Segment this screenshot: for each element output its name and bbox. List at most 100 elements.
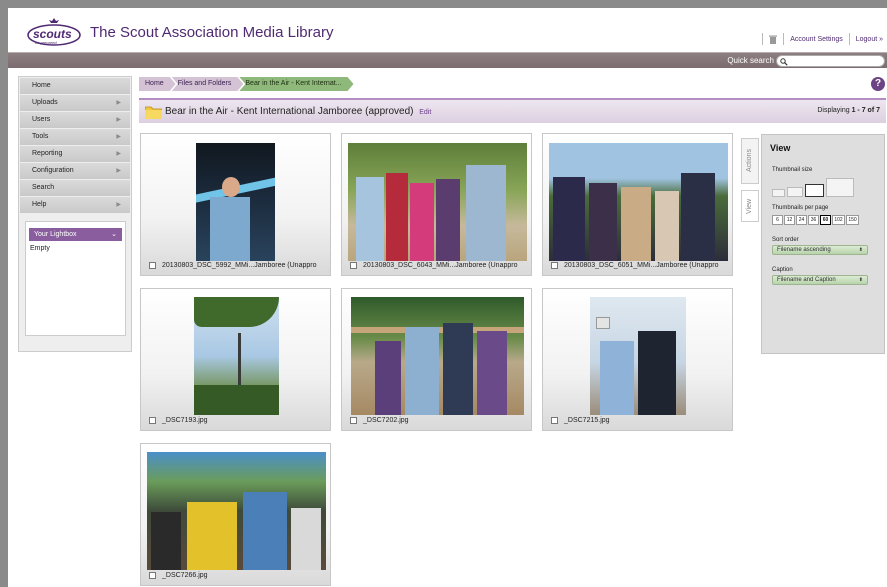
sidebar-item-users[interactable]: Users ▶ xyxy=(20,112,130,128)
sidebar-item-reporting[interactable]: Reporting ▶ xyxy=(20,146,130,162)
select-checkbox[interactable] xyxy=(149,417,156,424)
photo-person xyxy=(443,323,473,415)
account-settings-link[interactable]: Account Settings xyxy=(790,36,843,43)
updown-icon: ⬍ xyxy=(858,247,863,253)
thumbnail-filename: _DSC7202.jpg xyxy=(363,417,409,424)
photo-shirt xyxy=(210,197,250,261)
select-checkbox[interactable] xyxy=(149,572,156,579)
thumbnail-card[interactable]: _DSC7202.jpg xyxy=(341,288,532,431)
view-panel: View Thumbnail size Thumbnails per page … xyxy=(761,134,885,354)
thumbnail-filename: 20130803_DSC_6051_MMi...Jamboree (Unappr… xyxy=(564,262,719,269)
sidebar-item-tools[interactable]: Tools ▶ xyxy=(20,129,130,145)
thumbnail-image[interactable] xyxy=(590,297,686,415)
chevron-right-icon: ▶ xyxy=(116,151,121,157)
lightbox-dropdown[interactable]: Your Lightbox ⌄ xyxy=(29,228,122,241)
divider xyxy=(848,33,850,45)
caption-select[interactable]: Filename and Caption ⬍ xyxy=(772,275,868,285)
thumbnail-filename: _DSC7266.jpg xyxy=(162,572,208,579)
help-icon[interactable]: ? xyxy=(871,77,885,91)
thumbnail-caption: _DSC7266.jpg xyxy=(149,572,208,579)
photo-person xyxy=(655,191,679,261)
breadcrumb-current-folder[interactable]: Bear in the Air - Kent Internat... xyxy=(239,77,353,91)
chevron-down-icon: ⌄ xyxy=(111,231,117,238)
logout-link[interactable]: Logout » xyxy=(856,36,883,43)
per-page-36[interactable]: 36 xyxy=(808,215,819,225)
caption-value: Filename and Caption xyxy=(777,277,836,283)
thumbnail-card[interactable]: 20130803_DSC_6043_MMi...Jamboree (Unappr… xyxy=(341,133,532,276)
select-checkbox[interactable] xyxy=(551,417,558,424)
chevron-right-icon: ▶ xyxy=(116,168,121,174)
thumbnail-image[interactable] xyxy=(196,143,275,261)
thumbnail-card[interactable]: _DSC7266.jpg xyxy=(140,443,331,586)
chevron-right-icon: ▶ xyxy=(116,134,121,140)
folder-name: Bear in the Air - Kent International Jam… xyxy=(165,106,414,117)
thumbnail-caption: 20130803_DSC_6051_MMi...Jamboree (Unappr… xyxy=(551,262,718,269)
photo-person xyxy=(681,173,715,261)
thumbnail-card[interactable]: 20130803_DSC_6051_MMi...Jamboree (Unappr… xyxy=(542,133,733,276)
photo-person xyxy=(291,508,321,570)
breadcrumb-files-and-folders[interactable]: Files and Folders xyxy=(172,77,244,91)
thumbnail-image[interactable] xyxy=(549,143,728,261)
thumbnail-image[interactable] xyxy=(351,297,524,415)
thumbnail-image[interactable] xyxy=(348,143,527,261)
sidebar-item-search[interactable]: Search xyxy=(20,180,130,196)
lightbox-status: Empty xyxy=(30,245,50,252)
thumbnail-image[interactable] xyxy=(194,297,279,415)
quick-search-label: Quick search xyxy=(727,56,774,65)
chevron-right-icon: ▶ xyxy=(116,202,121,208)
app-window: scouts be prepared The Scout Association… xyxy=(8,8,887,587)
per-page-24[interactable]: 24 xyxy=(796,215,807,225)
sort-order-value: Filename ascending xyxy=(777,247,831,253)
tab-view[interactable]: View xyxy=(741,190,759,222)
sidebar-item-help[interactable]: Help ▶ xyxy=(20,197,130,213)
size-small-icon[interactable] xyxy=(772,189,785,197)
quick-search-input[interactable] xyxy=(776,55,885,67)
sidebar-item-label: Users xyxy=(32,116,51,123)
photo-person xyxy=(243,492,287,570)
per-page-6[interactable]: 6 xyxy=(772,215,783,225)
size-medium-icon[interactable] xyxy=(787,187,803,197)
sidebar-item-label: Tools xyxy=(32,133,49,140)
thumbnail-card[interactable]: 20130803_DSC_5992_MMi...Jamboree (Unappr… xyxy=(140,133,331,276)
select-checkbox[interactable] xyxy=(149,262,156,269)
photo-person xyxy=(621,187,651,261)
size-large-icon[interactable] xyxy=(805,184,824,197)
photo-person xyxy=(553,177,585,261)
photo-person xyxy=(386,173,408,261)
sort-order-select[interactable]: Filename ascending ⬍ xyxy=(772,245,868,255)
select-checkbox[interactable] xyxy=(350,262,357,269)
updown-icon: ⬍ xyxy=(858,277,863,283)
select-checkbox[interactable] xyxy=(350,417,357,424)
thumbnail-card[interactable]: _DSC7193.jpg xyxy=(140,288,331,431)
sidebar-item-label: Uploads xyxy=(32,99,58,106)
sidebar-item-configuration[interactable]: Configuration ▶ xyxy=(20,163,130,179)
sidebar-item-home[interactable]: Home xyxy=(20,78,130,94)
size-xlarge-icon[interactable] xyxy=(826,178,854,197)
thumbnail-caption: 20130803_DSC_5992_MMi...Jamboree (Unappr… xyxy=(149,262,316,269)
thumbnail-image[interactable] xyxy=(147,452,326,570)
trash-icon[interactable] xyxy=(769,35,778,44)
divider xyxy=(783,33,785,45)
per-page-60[interactable]: 60 xyxy=(820,215,831,225)
lightbox-panel: Your Lightbox ⌄ Empty xyxy=(25,221,126,336)
thumbnail-caption: 20130803_DSC_6043_MMi...Jamboree (Unappr… xyxy=(350,262,517,269)
per-page-150[interactable]: 150 xyxy=(846,215,859,225)
thumbnail-card[interactable]: _DSC7215.jpg xyxy=(542,288,733,431)
sidebar-item-uploads[interactable]: Uploads ▶ xyxy=(20,95,130,111)
photo-person xyxy=(151,512,181,570)
site-title: The Scout Association Media Library xyxy=(90,24,334,41)
breadcrumb-home[interactable]: Home xyxy=(139,77,176,91)
thumbnail-caption: _DSC7215.jpg xyxy=(551,417,610,424)
edit-link[interactable]: Edit xyxy=(419,109,431,116)
folder-icon xyxy=(145,106,162,119)
search-bar: Quick search xyxy=(8,52,887,68)
thumbnail-filename: _DSC7215.jpg xyxy=(564,417,610,424)
tab-actions[interactable]: Actions xyxy=(741,138,759,184)
photo-person xyxy=(638,331,676,415)
select-checkbox[interactable] xyxy=(551,262,558,269)
per-page-102[interactable]: 102 xyxy=(832,215,845,225)
thumbnail-size-options xyxy=(772,178,884,197)
per-page-12[interactable]: 12 xyxy=(784,215,795,225)
logo-wordmark: scouts xyxy=(33,27,72,41)
sidebar: Home Uploads ▶ Users ▶ Tools ▶ Reporting ▶ C… xyxy=(18,76,132,352)
